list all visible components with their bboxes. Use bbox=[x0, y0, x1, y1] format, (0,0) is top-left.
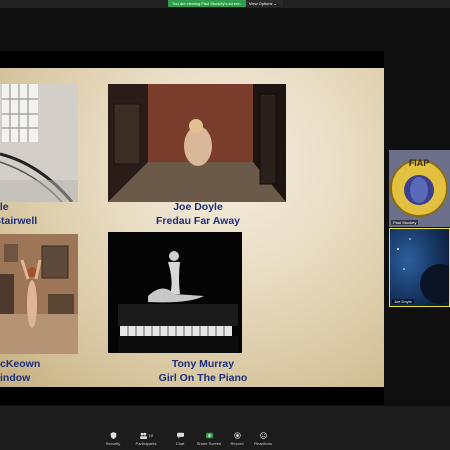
caption-4: Tony Murray Girl On The Piano bbox=[143, 357, 263, 385]
participant-name-paul: Paul Stuckey bbox=[391, 220, 419, 225]
security-button[interactable]: Security bbox=[98, 432, 128, 446]
presentation-slide: yle Stairwell Joe Doyle Fredau Far Away … bbox=[0, 68, 384, 387]
fiap-logo: FIAP bbox=[389, 150, 450, 227]
participant-name-joe: Joe Doyle bbox=[392, 299, 414, 304]
participants-icon-group: 10 bbox=[139, 432, 153, 439]
photo-stairwell bbox=[0, 84, 78, 202]
record-label: Record bbox=[230, 441, 244, 446]
viewing-screen-text: You are viewing Paul Stuckey's screen bbox=[168, 0, 246, 7]
chat-button[interactable]: Chat bbox=[165, 432, 195, 446]
record-icon bbox=[233, 432, 241, 439]
caption-3: cKeown indow bbox=[0, 357, 60, 385]
shield-icon bbox=[110, 432, 116, 439]
caption-3-photographer: cKeown bbox=[0, 358, 41, 370]
reactions-button[interactable]: Reactions bbox=[248, 432, 278, 446]
caption-4-photographer: Tony Murray bbox=[171, 358, 235, 370]
participants-button[interactable]: 10 Participants bbox=[131, 432, 161, 446]
chat-label: Chat bbox=[175, 441, 185, 446]
view-options-button[interactable]: View Options ⌄ bbox=[245, 0, 283, 7]
piano-image bbox=[108, 232, 242, 353]
security-label: Security bbox=[105, 441, 121, 446]
photo-girl-on-the-piano bbox=[108, 232, 242, 353]
screen-share-banner: You are viewing Paul Stuckey's screen Vi… bbox=[168, 0, 283, 7]
fredau-image bbox=[108, 84, 286, 202]
people-icon bbox=[139, 432, 147, 439]
share-screen-button[interactable]: Share Screen bbox=[194, 432, 224, 446]
chat-icon bbox=[176, 432, 184, 439]
joe-doyle-video bbox=[390, 229, 449, 306]
participants-count: 10 bbox=[148, 433, 154, 438]
participants-label: Participants bbox=[135, 441, 157, 446]
caption-4-title: Girl On The Piano bbox=[158, 372, 248, 384]
participant-tile-paul-stuckey[interactable]: FIAP Paul Stuckey bbox=[389, 150, 450, 227]
caption-2-title: Fredau Far Away bbox=[155, 215, 241, 227]
share-screen-icon bbox=[205, 432, 213, 439]
smiley-icon bbox=[259, 432, 267, 439]
caption-2-photographer: Joe Doyle bbox=[173, 201, 223, 213]
photo-window bbox=[0, 234, 78, 354]
caption-3-title: indow bbox=[0, 372, 31, 384]
caption-1-title: Stairwell bbox=[0, 215, 38, 227]
stairwell-image bbox=[0, 84, 78, 202]
caption-1-photographer: yle bbox=[0, 201, 9, 213]
caption-1: yle Stairwell bbox=[0, 200, 52, 228]
photo-fredau-far-away bbox=[108, 84, 286, 202]
fiap-logo-text: FIAP bbox=[409, 158, 430, 168]
share-screen-label: Share Screen bbox=[196, 441, 222, 446]
reactions-label: Reactions bbox=[254, 441, 272, 446]
participant-tile-joe-doyle[interactable]: Joe Doyle bbox=[389, 228, 450, 307]
caption-2: Joe Doyle Fredau Far Away bbox=[138, 200, 258, 228]
window-image bbox=[0, 234, 78, 354]
